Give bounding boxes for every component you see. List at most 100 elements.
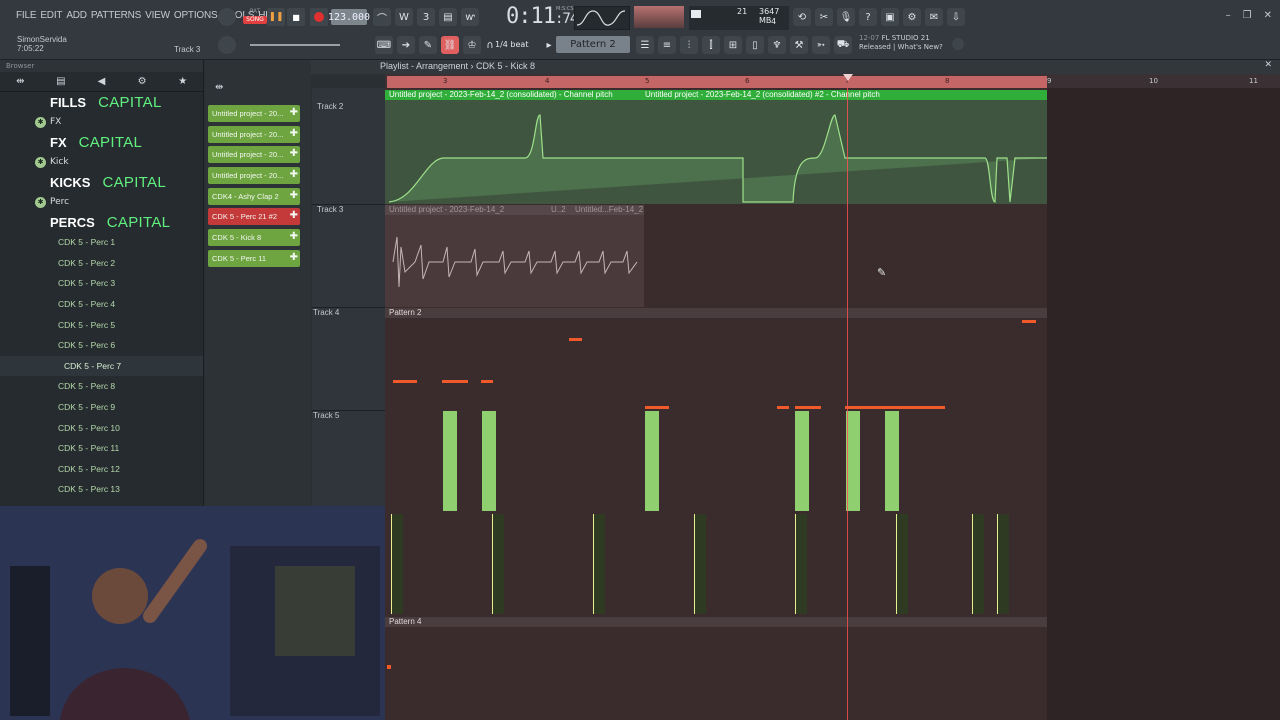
close-icon[interactable]: ✕: [1264, 10, 1272, 21]
browser-file[interactable]: CDK 5 - Perc 9: [0, 396, 203, 418]
tool-icon[interactable]: ⚒: [790, 36, 808, 54]
browser-file[interactable]: CDK 5 - Perc 1: [0, 232, 203, 253]
channel-rack-icon[interactable]: ⫶: [680, 36, 698, 54]
minimize-icon[interactable]: –: [1226, 10, 1231, 21]
browser-file[interactable]: CDK 5 - Perc 4: [0, 293, 203, 315]
browser-file[interactable]: CDK 5 - Perc 6: [0, 334, 203, 356]
pattern-clip[interactable]: Pattern 4: [385, 617, 1047, 720]
audio-clip-kick[interactable]: [645, 411, 659, 511]
step-edit-icon[interactable]: ▤: [439, 8, 457, 26]
audio-clip-perc[interactable]: [492, 514, 504, 614]
track-name[interactable]: Track 5: [313, 411, 339, 420]
restore-icon[interactable]: ❐: [1243, 10, 1252, 21]
channel-button[interactable]: Untitled project - 20... ✚: [208, 167, 300, 184]
snap-selector[interactable]: 1/4 beat: [495, 36, 537, 52]
metronome-icon[interactable]: ⌒: [373, 8, 391, 26]
cart-icon[interactable]: ⛟: [834, 36, 852, 54]
track-name[interactable]: Track 2: [317, 102, 343, 111]
browser-file-selected[interactable]: CDK 5 - Perc 7: [0, 355, 203, 377]
browser-tab-files-icon[interactable]: ▤: [41, 72, 82, 91]
arrow-icon[interactable]: ➔: [397, 36, 415, 54]
audio-clip-kick[interactable]: [846, 411, 860, 511]
menu-options[interactable]: OPTIONS: [172, 10, 220, 21]
pattern-clip[interactable]: Pattern 2: [385, 308, 1047, 410]
menu-view[interactable]: VIEW: [143, 10, 172, 21]
undo-icon[interactable]: ⟲: [793, 8, 811, 26]
browser-tab-all-icon[interactable]: ⇹: [0, 72, 41, 91]
piano-roll-icon[interactable]: ≡: [658, 36, 676, 54]
menu-add[interactable]: ADD: [64, 10, 89, 21]
browser-tab-plugins-icon[interactable]: ⚙: [122, 72, 163, 91]
browser-file[interactable]: CDK 5 - Perc 2: [0, 252, 203, 274]
browser-tag-fills[interactable]: FILLS CAPITAL: [0, 92, 203, 112]
mic-icon[interactable]: 🎙: [837, 8, 855, 26]
download-icon[interactable]: ⇩: [947, 8, 965, 26]
browser-file[interactable]: CDK 5 - Perc 11: [0, 437, 203, 459]
playlist-grid[interactable]: Untitled project - 2023-Feb-14_2 (consol…: [385, 88, 1280, 720]
plugin-icon[interactable]: ⊞: [724, 36, 742, 54]
browser-folder-perc[interactable]: ✱ Perc: [0, 192, 203, 212]
plug-icon[interactable]: ♆: [768, 36, 786, 54]
record-button[interactable]: [310, 8, 328, 26]
master-pitch-slider[interactable]: [250, 44, 340, 46]
tempo-display[interactable]: 123.000: [328, 9, 370, 25]
typing-keyboard-icon[interactable]: ⌨: [375, 36, 393, 54]
channel-button[interactable]: CDK 5 - Perc 11 ✚: [208, 250, 300, 267]
browser-file[interactable]: CDK 5 - Perc 8: [0, 376, 203, 397]
audio-clip[interactable]: Untitled project - 2023-Feb-14_2 U..2 Unti…: [385, 205, 644, 307]
channel-add-icon[interactable]: ⇹: [215, 82, 223, 93]
channel-button[interactable]: CDK 5 - Kick 8 ✚: [208, 229, 300, 246]
menu-file[interactable]: FILE: [14, 10, 38, 21]
pencil-icon[interactable]: ✎: [419, 36, 437, 54]
link-icon[interactable]: ⛓: [441, 36, 459, 54]
audio-clip-perc[interactable]: [593, 514, 605, 614]
audio-clip-perc[interactable]: [694, 514, 706, 614]
pat-song-switch[interactable]: PAT SONG: [243, 8, 267, 28]
version-news[interactable]: 12-07 FL STUDIO 21 Released | What's New…: [859, 34, 943, 52]
master-volume-knob[interactable]: [218, 8, 236, 26]
browser-file[interactable]: CDK 5 - Perc 10: [0, 417, 203, 438]
playlist-close-icon[interactable]: ✕: [1264, 60, 1272, 70]
file-icon[interactable]: ▯: [746, 36, 764, 54]
bird-icon[interactable]: ➳: [812, 36, 830, 54]
pause-button[interactable]: ❚❚: [267, 8, 285, 26]
automation-clip[interactable]: Untitled project - 2023-Feb-14_2 (consol…: [385, 90, 1047, 204]
render-icon[interactable]: ⚙: [903, 8, 921, 26]
tools-icon[interactable]: ✂: [815, 8, 833, 26]
playlist-icon[interactable]: ☰: [636, 36, 654, 54]
track-name[interactable]: Track 3: [317, 205, 343, 214]
audio-clip-kick[interactable]: [885, 411, 899, 511]
browser-file[interactable]: CDK 5 - Perc 5: [0, 314, 203, 335]
menu-patterns[interactable]: PATTERNS: [89, 10, 143, 21]
blend-notes-icon[interactable]: ⱳ: [461, 8, 479, 26]
browser-folder-fx[interactable]: ✱ FX: [0, 112, 203, 132]
channel-button[interactable]: CDK 5 - Perc 21 #2 ✚: [208, 208, 300, 225]
stamp-icon[interactable]: ♔: [463, 36, 481, 54]
save-icon[interactable]: ▣: [881, 8, 899, 26]
browser-file[interactable]: CDK 5 - Perc 3: [0, 273, 203, 294]
audio-clip-perc[interactable]: [795, 514, 807, 614]
timeline-ruler[interactable]: 3 4 5 6 7 8 9 10 11: [385, 74, 1280, 88]
browser-tab-speaker-icon[interactable]: ◀: [81, 72, 122, 91]
mixer-icon[interactable]: ⫿: [702, 36, 720, 54]
channel-button[interactable]: CDK4 - Ashy Clap 2 ✚: [208, 188, 300, 205]
help-icon[interactable]: ?: [859, 8, 877, 26]
menu-edit[interactable]: EDIT: [38, 10, 64, 21]
audio-clip-perc[interactable]: [391, 514, 403, 614]
channel-button[interactable]: Untitled project - 20... ✚: [208, 105, 300, 122]
channel-button[interactable]: Untitled project - 20... ✚: [208, 126, 300, 143]
audio-clip-kick[interactable]: [443, 411, 457, 511]
track-name[interactable]: Track 4: [313, 308, 339, 317]
browser-tag-fx[interactable]: FX CAPITAL: [0, 132, 203, 152]
audio-clip-perc[interactable]: [997, 514, 1009, 614]
pitch-knob[interactable]: [218, 36, 236, 54]
browser-file[interactable]: CDK 5 - Perc 13: [0, 479, 203, 500]
globe-icon[interactable]: [952, 38, 964, 50]
audio-clip-kick[interactable]: [482, 411, 496, 511]
browser-folder-kick[interactable]: ✱ Kick: [0, 152, 203, 172]
audio-clip-perc[interactable]: [896, 514, 908, 614]
browser-tag-kicks[interactable]: KICKS CAPITAL: [0, 172, 203, 192]
audio-clip-kick[interactable]: [795, 411, 809, 511]
browser-tag-percs[interactable]: PERCS CAPITAL: [0, 212, 203, 232]
browser-tab-favorites-icon[interactable]: ★: [162, 72, 203, 91]
